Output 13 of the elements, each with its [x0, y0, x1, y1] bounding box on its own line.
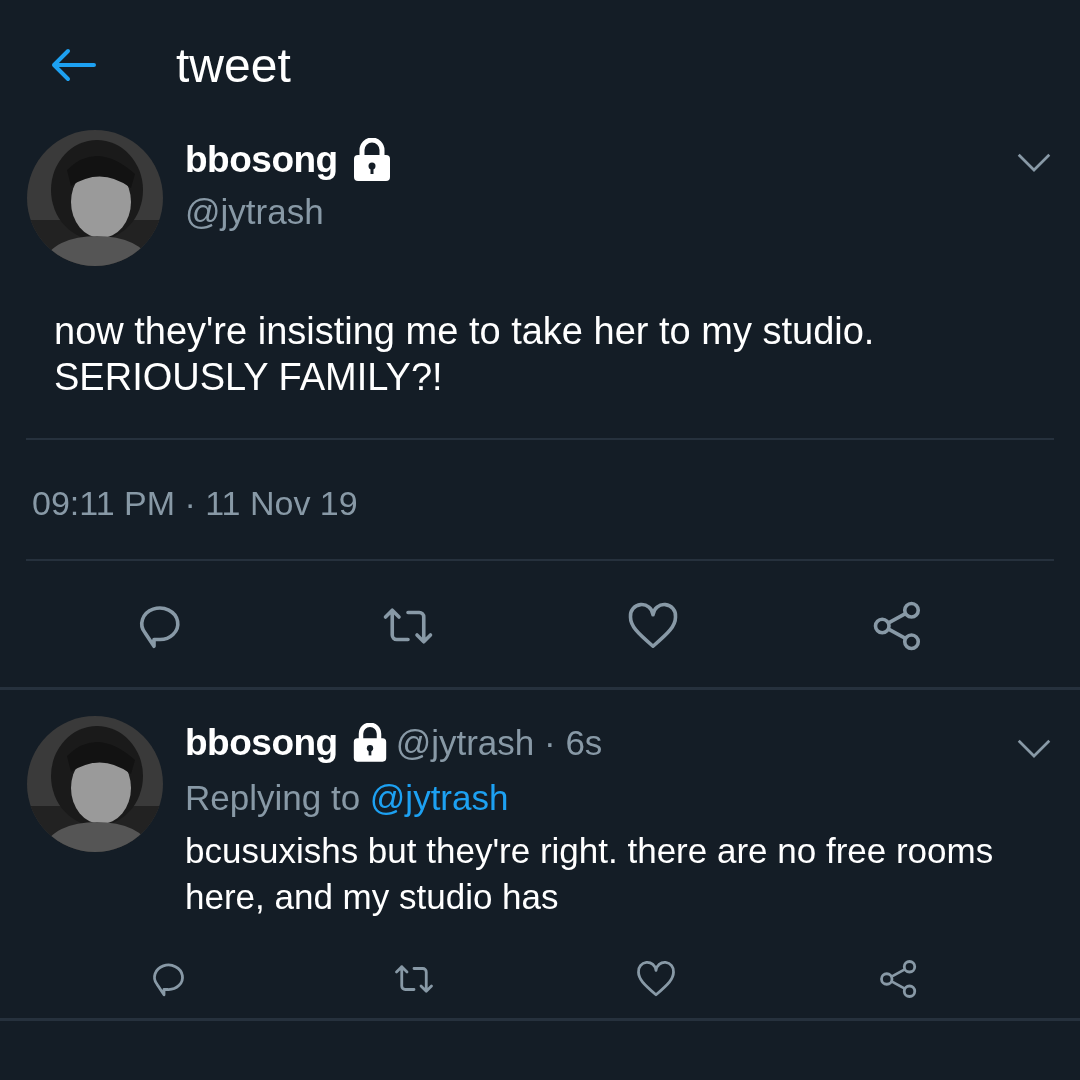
chevron-down-icon[interactable]: [1016, 738, 1052, 760]
replying-to-text: Replying to @jytrash: [185, 778, 510, 818]
reply-text: bcusuxishs but they're right. there are no free rooms here, and my studio has: [185, 830, 995, 918]
author-handle: @jytrash: [185, 192, 325, 232]
author-name: bbosong: [185, 139, 338, 181]
back-arrow-icon[interactable]: [50, 48, 96, 82]
chevron-down-icon[interactable]: [1016, 152, 1052, 174]
mention-link[interactable]: @jytrash: [369, 778, 509, 817]
author-name: bbosong: [185, 722, 338, 764]
page-title: tweet: [176, 37, 291, 93]
tweet-text: now they're insisting me to take her to my studio. SERIOUSLY FAMILY?!: [53, 309, 876, 400]
handle-and-time: @jytrash · 6s: [395, 723, 603, 763]
tweet-timestamp: 09:11 PM · 11 Nov 19: [31, 483, 359, 524]
